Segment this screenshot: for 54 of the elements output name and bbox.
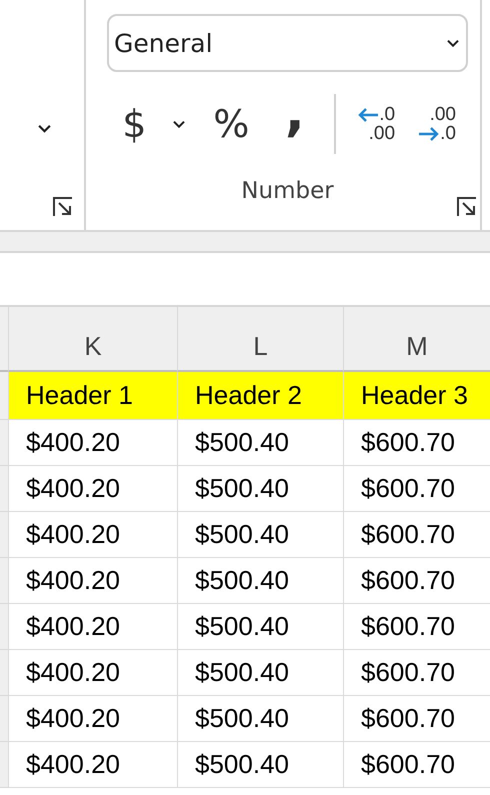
row-header[interactable]	[0, 650, 8, 696]
table-cell: Header 3	[343, 372, 490, 420]
percent-style-button[interactable]: %	[197, 94, 266, 154]
right-arrow-icon	[418, 126, 440, 140]
group-label: Number	[240, 178, 335, 204]
table-cell: $600.70	[343, 742, 490, 788]
table-cell: $500.40	[177, 742, 343, 788]
row-header[interactable]	[0, 372, 8, 420]
chevron-down-icon[interactable]	[446, 38, 460, 48]
table-cell: Header 1	[8, 372, 177, 420]
number-format-dropdown[interactable]: General	[107, 14, 468, 72]
chevron-down-icon[interactable]	[172, 120, 186, 128]
column-header[interactable]: M	[343, 307, 490, 372]
chevron-down-icon[interactable]	[37, 124, 52, 133]
left-arrow-icon	[357, 108, 380, 122]
table-cell: $400.20	[8, 512, 177, 558]
table-cell: $400.20	[8, 696, 177, 742]
table-cell: $600.70	[343, 420, 490, 466]
row-header[interactable]	[0, 466, 8, 512]
table-cell: $400.20	[8, 558, 177, 604]
table-cell: $500.40	[177, 420, 343, 466]
table-cell: $400.20	[8, 466, 177, 512]
table-cell: Header 2	[177, 372, 343, 420]
table-cell: $500.40	[177, 558, 343, 604]
currency-format-button[interactable]: $	[107, 94, 162, 154]
column-header[interactable]: K	[8, 307, 177, 372]
table-cell: $500.40	[177, 650, 343, 696]
table-cell: $600.70	[343, 604, 490, 650]
dialog-launcher-icon[interactable]	[456, 196, 478, 218]
row-header[interactable]	[0, 696, 8, 742]
table-cell: $600.70	[343, 466, 490, 512]
table-cell: $600.70	[343, 558, 490, 604]
table-cell: $500.40	[177, 466, 343, 512]
increase-decimal-button[interactable]: .00 .0	[407, 94, 456, 154]
table-cell: $400.20	[8, 604, 177, 650]
row-header[interactable]	[0, 512, 8, 558]
column-header[interactable]: L	[177, 307, 343, 372]
table-cell: $500.40	[177, 696, 343, 742]
table-cell: $400.20	[8, 420, 177, 466]
table-cell: $400.20	[8, 650, 177, 696]
dialog-launcher-icon[interactable]	[52, 196, 74, 218]
row-header[interactable]	[0, 742, 8, 788]
row-header[interactable]	[0, 420, 8, 466]
row-header[interactable]	[0, 558, 8, 604]
table-cell: $500.40	[177, 512, 343, 558]
table-cell: $400.20	[8, 742, 177, 788]
decrease-decimal-button[interactable]: .0 .00	[346, 94, 396, 154]
table-cell: $500.40	[177, 604, 343, 650]
comma-style-button[interactable]: ,	[266, 94, 324, 154]
table-cell: $600.70	[343, 696, 490, 742]
select-all-corner[interactable]	[0, 307, 8, 372]
table-cell: $600.70	[343, 650, 490, 696]
row-header[interactable]	[0, 604, 8, 650]
table-cell: $600.70	[343, 512, 490, 558]
